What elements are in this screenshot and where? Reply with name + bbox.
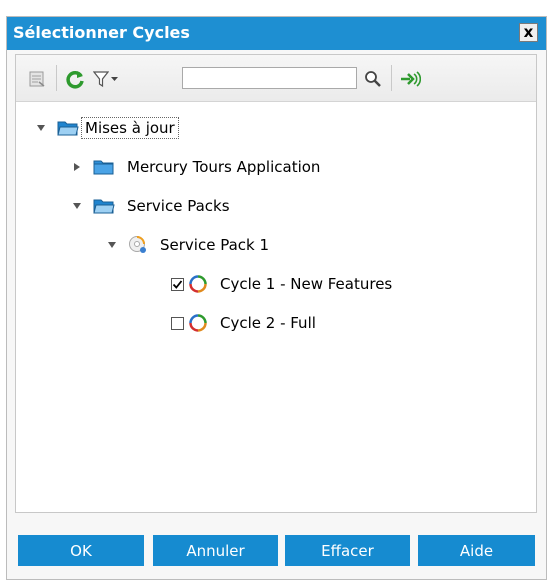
- collapsed-arrow-icon[interactable]: [71, 161, 83, 173]
- checkmark-icon: [172, 279, 183, 289]
- ok-button[interactable]: OK: [18, 535, 144, 566]
- tree-node-mercury[interactable]: Mercury Tours Application: [71, 154, 320, 180]
- open-folder-icon: [57, 121, 79, 136]
- folder-icon: [93, 160, 114, 175]
- cycle-1-checkbox[interactable]: [171, 277, 184, 291]
- tree-node-label: Service Pack 1: [160, 236, 270, 254]
- go-to-icon: [401, 71, 421, 87]
- toolbar-separator: [391, 65, 392, 91]
- cycle-icon: [189, 275, 207, 293]
- close-icon: x: [523, 23, 534, 41]
- filter-dropdown-button[interactable]: [110, 68, 120, 90]
- refresh-icon: [66, 71, 84, 89]
- cycle-2-checkbox[interactable]: [171, 316, 184, 330]
- close-button[interactable]: x: [519, 23, 538, 42]
- dialog-title: Sélectionner Cycles: [13, 23, 190, 42]
- tree-node-label: Cycle 1 - New Features: [220, 275, 393, 293]
- tree-node-label: Mises à jour: [81, 117, 179, 139]
- clear-button[interactable]: Effacer: [285, 535, 410, 566]
- select-cycles-dialog: Sélectionner Cycles x Mises à jour Mercu…: [6, 16, 547, 580]
- search-button[interactable]: [362, 68, 384, 90]
- filter-icon: [93, 71, 109, 88]
- tree-node-cycle-1[interactable]: Cycle 1 - New Features: [171, 271, 392, 297]
- filter-button[interactable]: [92, 68, 110, 90]
- open-folder-icon: [93, 199, 115, 214]
- tree-node-label: Cycle 2 - Full: [220, 314, 316, 332]
- tree-node-label: Mercury Tours Application: [127, 158, 321, 176]
- expanded-arrow-icon[interactable]: [35, 122, 47, 134]
- details-button[interactable]: [26, 68, 48, 90]
- search-input[interactable]: [182, 67, 357, 89]
- help-button[interactable]: Aide: [418, 535, 535, 566]
- expanded-arrow-icon[interactable]: [106, 239, 118, 251]
- cancel-button[interactable]: Annuler: [153, 535, 278, 566]
- go-to-button[interactable]: [398, 68, 422, 90]
- release-icon: [129, 236, 146, 253]
- toolbar-separator: [56, 65, 57, 91]
- cycle-icon: [189, 314, 207, 332]
- tree-node-root[interactable]: Mises à jour: [35, 115, 179, 141]
- dropdown-arrow-icon: [111, 77, 118, 81]
- expanded-arrow-icon[interactable]: [71, 200, 83, 212]
- tree-node-label: Service Packs: [127, 197, 230, 215]
- search-icon: [365, 71, 381, 87]
- tree-panel: Mises à jour Mercury Tours Application S…: [15, 54, 537, 513]
- dialog-titlebar[interactable]: Sélectionner Cycles x: [7, 17, 546, 50]
- refresh-button[interactable]: [63, 68, 87, 90]
- tree-node-cycle-2[interactable]: Cycle 2 - Full: [171, 310, 316, 336]
- button-bar: OK Annuler Effacer Aide: [7, 521, 546, 579]
- tree-node-service-pack-1[interactable]: Service Pack 1: [106, 232, 269, 258]
- tree-node-service-packs[interactable]: Service Packs: [71, 193, 230, 219]
- details-icon: [29, 71, 45, 87]
- toolbar: [16, 55, 536, 102]
